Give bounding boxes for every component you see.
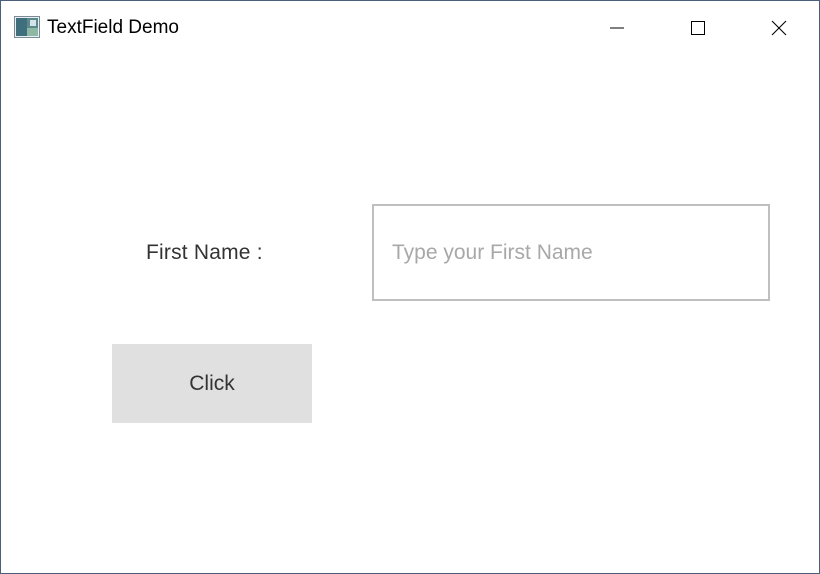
close-icon (771, 20, 787, 36)
window-title: TextField Demo (47, 17, 179, 38)
maximize-button[interactable] (658, 1, 738, 55)
click-button[interactable]: Click (112, 344, 312, 423)
content-area: First Name : Click (1, 57, 819, 573)
maximize-icon (690, 20, 706, 36)
minimize-icon (609, 20, 625, 36)
first-name-input[interactable] (372, 204, 770, 301)
minimize-button[interactable] (577, 1, 657, 55)
first-name-label: First Name : (146, 241, 263, 264)
app-icon (14, 16, 40, 38)
close-button[interactable] (739, 1, 819, 55)
app-window: TextField Demo First Name: Type your Fi… (0, 0, 820, 574)
title-bar[interactable]: TextField Demo (1, 1, 819, 57)
